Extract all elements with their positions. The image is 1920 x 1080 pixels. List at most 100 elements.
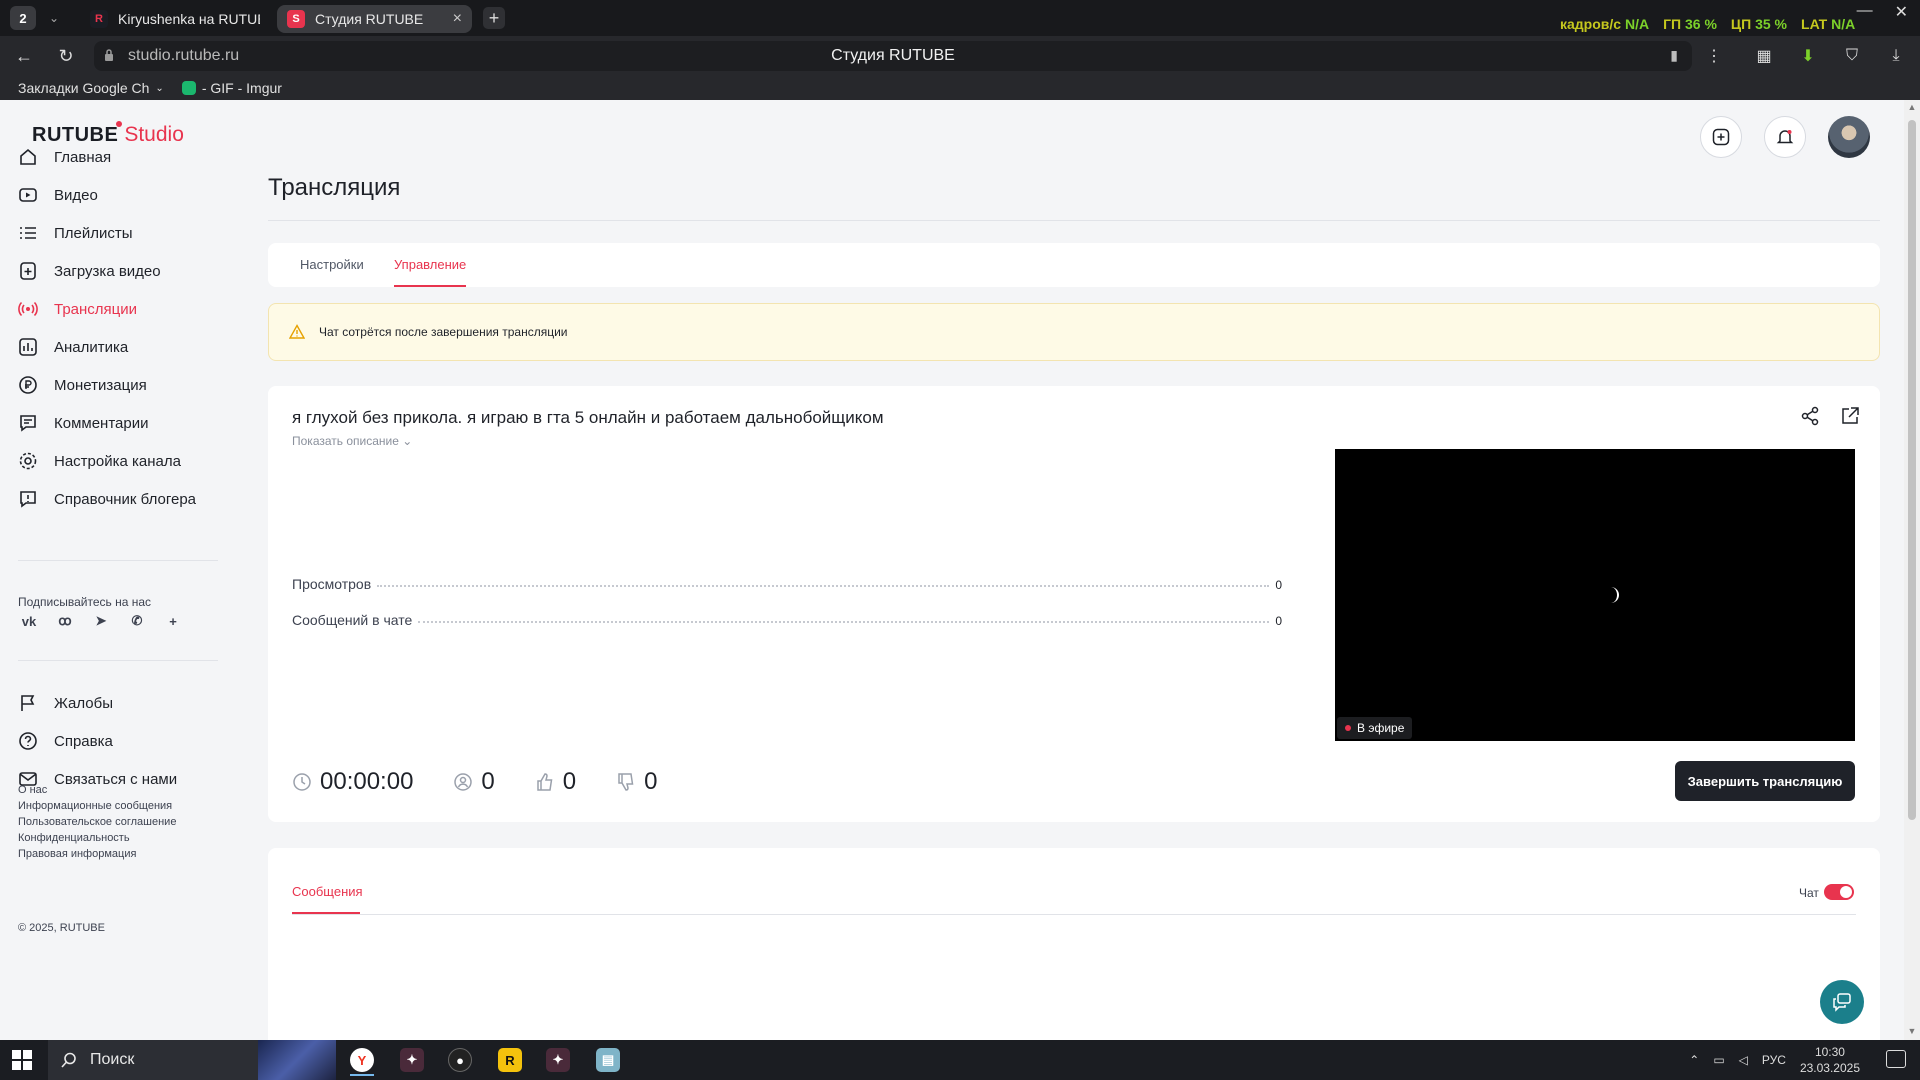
stream-metrics: 00:00:00 0 0 0 <box>292 768 658 796</box>
sidebar-divider <box>18 560 218 561</box>
shield-icon[interactable]: ⛉ <box>1840 44 1864 68</box>
active-tab-indicator <box>394 285 466 287</box>
sidebar-item-channel-settings[interactable]: Настройка канала <box>18 442 218 480</box>
sidebar-nav: Главная Видео Плейлисты Загрузка видео Т… <box>18 138 218 518</box>
sidebar-item-video[interactable]: Видео <box>18 176 218 214</box>
tab-list-chevron-icon[interactable]: ⌄ <box>44 8 64 28</box>
footer-link-terms[interactable]: Пользовательское соглашение <box>18 814 176 830</box>
gpu-readout: ГП 36 % <box>1663 16 1717 32</box>
chat-toggle[interactable] <box>1824 884 1854 900</box>
stream-timer: 00:00:00 <box>292 768 413 796</box>
close-window-icon[interactable]: ✕ <box>1895 2 1908 22</box>
volume-icon[interactable]: ◁ <box>1739 1053 1748 1067</box>
tab-messages[interactable]: Сообщения <box>292 884 363 899</box>
browser-tab-rutube[interactable]: R Kiryushenka на RUTUBE: 2 <box>80 5 270 33</box>
show-description-toggle[interactable]: Показать описание ⌄ <box>292 434 412 448</box>
page-title: Трансляция <box>268 174 401 201</box>
info-icon <box>20 491 36 508</box>
tab-settings[interactable]: Настройки <box>300 257 364 272</box>
back-arrow-icon[interactable]: ← <box>12 44 36 68</box>
bookmark-imgur[interactable]: - GIF - Imgur <box>181 80 282 96</box>
footer-link-privacy[interactable]: Конфиденциальность <box>18 830 176 846</box>
thumbs-up-icon <box>537 773 553 791</box>
input-language[interactable]: РУС <box>1762 1053 1786 1067</box>
loading-spinner-icon <box>1603 587 1619 603</box>
sidebar-item-blogger-guide[interactable]: Справочник блогера <box>18 480 218 518</box>
stream-preview-player[interactable]: В эфире <box>1335 449 1855 741</box>
scroll-thumb[interactable] <box>1908 120 1916 820</box>
vk-icon[interactable]: vk <box>18 610 40 632</box>
minimize-icon[interactable]: — <box>1857 2 1873 22</box>
taskbar-rockstar[interactable]: R <box>492 1044 528 1076</box>
footer-link-about[interactable]: О нас <box>18 782 176 798</box>
taskbar-app-2[interactable]: ● <box>442 1044 478 1076</box>
avatar[interactable] <box>1828 116 1870 158</box>
ok-icon[interactable]: ꝏ <box>54 610 76 632</box>
new-tab-button[interactable]: + <box>483 7 505 29</box>
reload-icon[interactable]: ↻ <box>54 44 78 68</box>
footer-link-info[interactable]: Информационные сообщения <box>18 798 176 814</box>
taskbar-app-4[interactable]: ▤ <box>590 1044 626 1076</box>
notification-center-icon[interactable] <box>1886 1050 1906 1068</box>
taskbar-search[interactable]: Поиск <box>48 1040 264 1080</box>
rockstar-icon: R <box>498 1048 522 1072</box>
address-bar: ← ↻ studio.rutube.ru Студия RUTUBE ▮ ⋮ ▦… <box>0 36 1920 76</box>
create-button[interactable] <box>1700 116 1742 158</box>
menu-dots-icon[interactable]: ⋮ <box>1702 44 1726 68</box>
chevron-down-icon: ⌄ <box>155 82 164 94</box>
viber-icon[interactable]: ✆ <box>126 610 148 632</box>
taskbar-app-1[interactable]: ✦ <box>394 1044 430 1076</box>
tab-title: Студия RUTUBE <box>315 11 424 27</box>
app-icon: ✦ <box>546 1048 570 1072</box>
sidebar-divider <box>18 660 218 661</box>
chat-card: Сообщения Чат <box>268 848 1880 1040</box>
tab-management[interactable]: Управление <box>394 257 466 272</box>
chat-divider <box>292 914 1856 915</box>
sidebar-item-broadcasts[interactable]: Трансляции <box>18 290 218 328</box>
logo-dot <box>116 121 123 127</box>
sidebar-item-upload[interactable]: Загрузка видео <box>18 252 218 290</box>
chat-bubbles-icon <box>1833 993 1851 1012</box>
download-extension-icon[interactable]: ⬇ <box>1796 44 1820 68</box>
support-chat-button[interactable] <box>1820 980 1864 1024</box>
windows-start-icon[interactable] <box>12 1050 32 1070</box>
plus-icon[interactable]: + <box>162 610 184 632</box>
scroll-up-arrow-icon[interactable]: ▲ <box>1907 102 1917 112</box>
tray-expand-icon[interactable]: ⌃ <box>1689 1053 1699 1067</box>
rutube-favicon-icon: R <box>90 10 108 28</box>
like-count: 0 <box>535 768 576 796</box>
page-scrollbar[interactable]: ▲ ▼ <box>1904 100 1920 1040</box>
live-badge: В эфире <box>1337 717 1413 739</box>
sidebar-item-help[interactable]: Справка <box>18 722 218 760</box>
sidebar-item-playlists[interactable]: Плейлисты <box>18 214 218 252</box>
footer-link-legal[interactable]: Правовая информация <box>18 846 176 862</box>
sidebar-item-complaints[interactable]: Жалобы <box>18 684 218 722</box>
bookmark-icon[interactable]: ▮ <box>1670 47 1678 64</box>
share-icon[interactable] <box>1798 404 1822 428</box>
close-tab-icon[interactable]: × <box>453 10 462 28</box>
sidebar-item-monetization[interactable]: Монетизация <box>18 366 218 404</box>
weather-widget-icon[interactable] <box>258 1040 336 1080</box>
qr-code-icon[interactable]: ▦ <box>1752 44 1776 68</box>
tab-counter[interactable]: 2 <box>10 6 36 30</box>
scroll-down-arrow-icon[interactable]: ▼ <box>1907 1026 1917 1036</box>
browser-tab-studio[interactable]: S Студия RUTUBE × <box>277 5 472 33</box>
url-field[interactable]: studio.rutube.ru Студия RUTUBE ▮ <box>94 41 1692 71</box>
downloads-icon[interactable]: ⤓ <box>1884 44 1908 68</box>
monetization-icon <box>19 376 37 394</box>
external-link-icon[interactable] <box>1838 404 1862 428</box>
end-broadcast-button[interactable]: Завершить трансляцию <box>1675 761 1855 801</box>
system-clock[interactable]: 10:30 23.03.2025 <box>1800 1044 1860 1076</box>
taskbar-app-3[interactable]: ✦ <box>540 1044 576 1076</box>
obs-icon: ● <box>448 1048 472 1072</box>
chat-toggle-label: Чат <box>1799 886 1819 900</box>
network-icon[interactable]: ▭ <box>1713 1053 1724 1067</box>
bookmark-google[interactable]: Закладки Google Ch ⌄ <box>18 80 164 96</box>
sidebar-item-comments[interactable]: Комментарии <box>18 404 218 442</box>
sidebar-item-analytics[interactable]: Аналитика <box>18 328 218 366</box>
telegram-icon[interactable]: ➤ <box>90 610 112 632</box>
imgur-favicon-icon <box>181 81 196 95</box>
taskbar-yandex-browser[interactable]: Y <box>344 1044 380 1076</box>
sidebar-item-home[interactable]: Главная <box>18 138 218 176</box>
notifications-button[interactable] <box>1764 116 1806 158</box>
